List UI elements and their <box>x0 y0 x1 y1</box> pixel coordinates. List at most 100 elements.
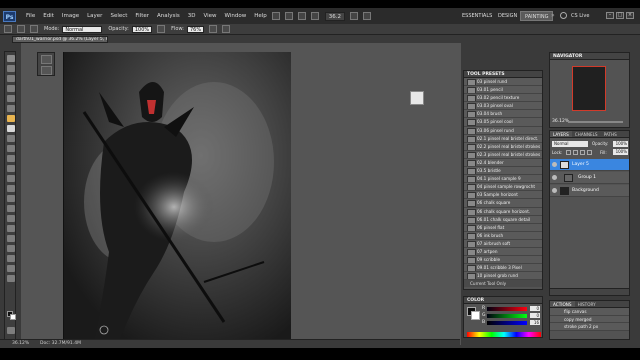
dodge-tool-icon[interactable] <box>7 185 15 192</box>
layer-opacity-field[interactable]: 100% <box>613 141 628 147</box>
lock-all-icon[interactable] <box>587 150 592 155</box>
pressure-size-icon[interactable] <box>222 25 231 33</box>
preset-item[interactable]: 02.3 pinsel real bristel strokes <box>464 150 542 159</box>
clone-stamp-tool-icon[interactable] <box>7 135 15 142</box>
tab-layers[interactable]: LAYERS <box>550 131 572 137</box>
workspace-painting[interactable]: PAINTING <box>520 11 554 21</box>
preset-item[interactable]: 03.02 pencil texture <box>464 94 542 103</box>
screen-mode-icon[interactable] <box>363 12 371 20</box>
zoom-tool-icon[interactable] <box>310 12 319 20</box>
brush-tool-preset-icon[interactable] <box>4 25 12 33</box>
eye-icon[interactable] <box>552 162 557 167</box>
preset-item[interactable]: 10 pinsel grob rund <box>464 272 542 281</box>
menu-filter[interactable]: Filter <box>135 13 149 19</box>
pressure-opacity-icon[interactable] <box>157 25 166 33</box>
mode-select[interactable]: Normal <box>62 25 103 33</box>
blue-slider[interactable] <box>487 321 527 325</box>
brush-panel-icon[interactable] <box>41 55 52 64</box>
menu-select[interactable]: Select <box>110 13 127 19</box>
action-item[interactable]: copy merged <box>550 315 629 323</box>
tool-presets-title[interactable]: TOOL PRESETS <box>464 71 542 78</box>
floating-tool-icon[interactable] <box>410 91 424 105</box>
marquee-tool-icon[interactable] <box>7 65 15 72</box>
menu-image[interactable]: Image <box>62 13 79 19</box>
quick-mask-icon[interactable] <box>7 327 15 334</box>
tab-history[interactable]: HISTORY <box>575 301 599 307</box>
eraser-tool-icon[interactable] <box>7 155 15 162</box>
cs-live-button[interactable]: CS Live <box>571 11 589 21</box>
workspace-more-icon[interactable]: » <box>551 12 555 19</box>
shape-tool-icon[interactable] <box>7 225 15 232</box>
eyedropper-tool-icon[interactable] <box>7 105 15 112</box>
arrange-documents-icon[interactable] <box>350 12 358 20</box>
bridge-icon[interactable] <box>271 12 280 20</box>
action-item[interactable]: stroke path 2 px <box>550 323 629 331</box>
color-spectrum-ramp[interactable] <box>467 332 541 337</box>
blend-mode-select[interactable]: Normal <box>552 141 588 147</box>
preset-item[interactable]: 03 pinsel rund <box>464 78 542 87</box>
green-value[interactable]: 0 <box>530 313 540 318</box>
status-zoom[interactable]: 36.12% <box>12 340 29 348</box>
preset-item[interactable]: 06 chalk square <box>464 199 542 208</box>
layer-name[interactable]: Group 1 <box>578 174 596 182</box>
menu-file[interactable]: File <box>26 13 35 19</box>
minimize-icon[interactable]: – <box>606 12 614 19</box>
red-slider[interactable] <box>487 307 527 311</box>
search-icon[interactable] <box>560 12 567 19</box>
lock-transparency-icon[interactable] <box>566 150 571 155</box>
preset-item[interactable]: 03.05 pinsel cool <box>464 118 542 127</box>
layer-row-layer-5[interactable]: Layer 5 <box>550 159 629 171</box>
preset-item[interactable]: 02.4 blender <box>464 158 542 168</box>
current-tool-only-checkbox[interactable]: Current Tool Only <box>464 280 542 288</box>
preset-item[interactable]: 06 ink brush <box>464 231 542 240</box>
tab-channels[interactable]: CHANNELS <box>572 131 601 137</box>
layer-row-group-1[interactable]: Group 1 <box>550 172 629 184</box>
preset-item[interactable]: 03.04 brush <box>464 110 542 119</box>
rotate-view-tool-icon[interactable] <box>7 265 15 272</box>
preset-item[interactable]: 02.1 pinsel real bristel direct. <box>464 134 542 143</box>
fill-field[interactable]: 100% <box>613 149 628 155</box>
preset-item[interactable]: 03.06 pinsel rund <box>464 126 542 135</box>
opacity-field[interactable]: 100% <box>131 25 153 33</box>
eye-icon[interactable] <box>552 175 557 180</box>
brush-size-icon[interactable] <box>17 25 25 33</box>
lock-pixels-icon[interactable] <box>573 150 578 155</box>
blue-value[interactable]: 16 <box>530 320 540 325</box>
workspace-essentials[interactable]: ESSENTIALS <box>458 11 496 21</box>
move-tool-icon[interactable] <box>7 55 15 62</box>
canvas[interactable] <box>63 52 291 348</box>
preset-item[interactable]: 03.03 pinsel oval <box>464 102 542 111</box>
lock-position-icon[interactable] <box>580 150 585 155</box>
3d-rotate-tool-icon[interactable] <box>7 235 15 242</box>
zoom-tool-icon[interactable] <box>7 275 15 282</box>
menu-analysis[interactable]: Analysis <box>157 13 180 19</box>
mini-bridge-icon[interactable] <box>284 12 293 20</box>
menu-help[interactable]: Help <box>254 13 267 19</box>
blur-tool-icon[interactable] <box>7 175 15 182</box>
quick-select-tool-icon[interactable] <box>7 85 15 92</box>
navigator-title[interactable]: NAVIGATOR <box>550 53 629 60</box>
layers-footer-buttons[interactable] <box>550 288 629 295</box>
preset-item[interactable]: 07 artpen <box>464 247 542 257</box>
path-select-tool-icon[interactable] <box>7 215 15 222</box>
crop-tool-icon[interactable] <box>7 95 15 102</box>
preset-item[interactable]: 03.5 bristle <box>464 167 542 176</box>
preset-item[interactable]: 04 pinsel sample rowgrocht <box>464 183 542 192</box>
preset-item[interactable]: 04.1 pinsel sample 9 <box>464 175 542 184</box>
preset-item[interactable]: 09 scribble <box>464 256 542 265</box>
menu-view[interactable]: View <box>203 13 216 19</box>
healing-brush-tool-icon[interactable] <box>7 115 15 122</box>
gradient-tool-icon[interactable] <box>7 165 15 172</box>
brush-tool-icon[interactable] <box>7 125 15 132</box>
maximize-icon[interactable]: □ <box>616 12 624 19</box>
preset-item[interactable]: 09.01 scribble 3 Pixel <box>464 264 542 273</box>
tab-paths[interactable]: PATHS <box>601 131 620 137</box>
flow-field[interactable]: 76% <box>187 25 205 33</box>
brush-panel-icon[interactable] <box>30 25 38 33</box>
preset-item[interactable]: 06 pinsel flat <box>464 223 542 232</box>
menu-3d[interactable]: 3D <box>188 13 196 19</box>
layer-name[interactable]: Background <box>572 187 599 195</box>
action-item[interactable]: flip canvas <box>550 308 629 316</box>
hand-tool-icon[interactable] <box>7 255 15 262</box>
preset-item[interactable]: 06.01 chalk square detail <box>464 215 542 224</box>
